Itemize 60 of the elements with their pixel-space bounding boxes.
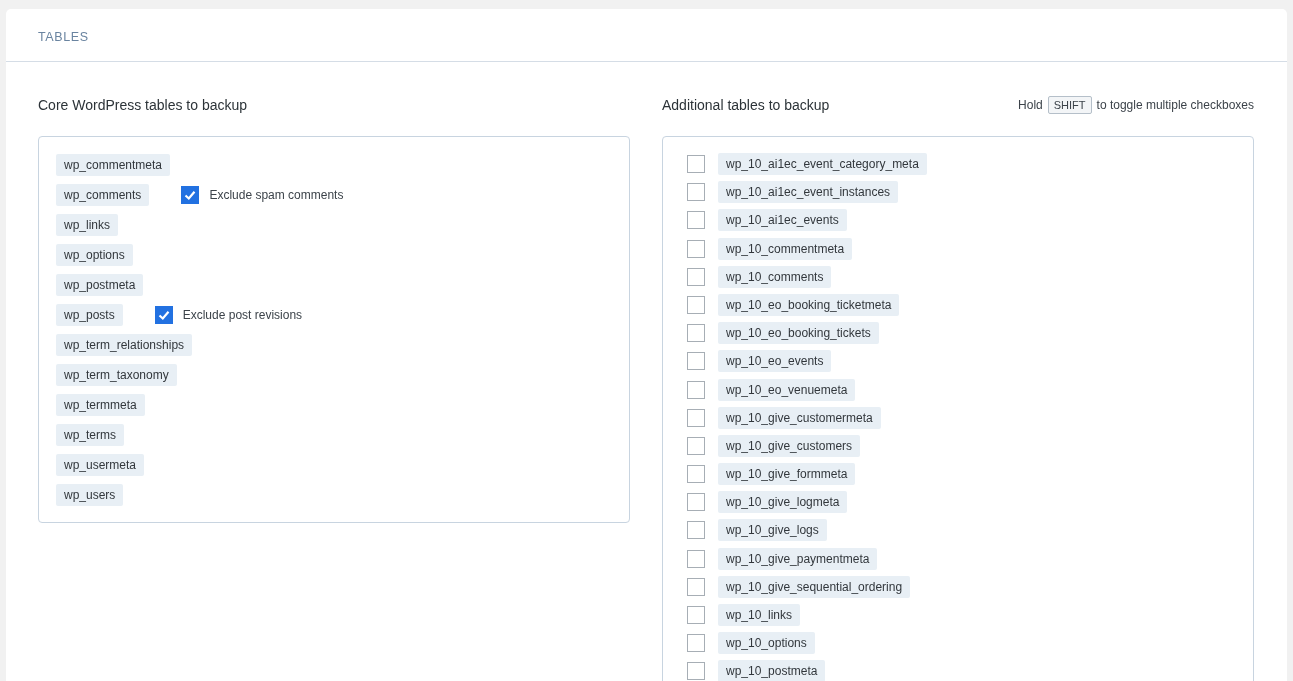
table-name: wp_10_give_sequential_ordering (718, 575, 911, 598)
column-heading: Core WordPress tables to backup (38, 97, 248, 113)
hint-text: to toggle multiple checkboxes (1096, 98, 1254, 112)
table-name: wp_term_relationships (56, 334, 193, 356)
table-name: wp_links (56, 214, 119, 236)
table-name: wp_commentmeta (56, 154, 171, 176)
checkbox[interactable] (687, 521, 705, 540)
table-name: wp_10_give_logmeta (718, 491, 848, 514)
table-name: wp_10_give_customermeta (718, 406, 881, 429)
table-name: wp_termmeta (56, 394, 145, 416)
table-name: wp_terms (56, 424, 124, 446)
checkbox[interactable] (687, 493, 705, 512)
section-title: TABLES (38, 30, 89, 44)
table-name: wp_10_eo_events (718, 350, 832, 373)
hint-text: Hold (1018, 98, 1043, 112)
checkbox[interactable] (687, 577, 705, 596)
checkbox[interactable] (687, 606, 705, 624)
table-name: wp_10_ai1ec_events (718, 209, 847, 232)
table-name: wp_options (56, 244, 133, 266)
table-name: wp_10_postmeta (718, 660, 826, 681)
table-name: wp_10_give_formmeta (718, 463, 856, 486)
checkbox[interactable] (687, 295, 705, 314)
checkbox[interactable] (687, 380, 705, 399)
table-name: wp_10_give_logs (718, 519, 827, 542)
table-name: wp_comments (56, 184, 150, 206)
checkbox[interactable] (154, 306, 173, 324)
table-name: wp_10_eo_venuemeta (718, 378, 856, 401)
checkbox[interactable] (687, 267, 705, 286)
table-name: wp_usermeta (56, 454, 145, 476)
table-name: wp_10_give_customers (718, 434, 861, 457)
checkbox[interactable] (687, 662, 705, 681)
checkbox[interactable] (687, 465, 705, 484)
table-name: wp_10_commentmeta (718, 237, 853, 260)
checkbox-label[interactable]: Exclude spam comments (209, 188, 344, 202)
checkbox-label[interactable]: Exclude post revisions (182, 308, 303, 322)
table-name: wp_postmeta (56, 274, 144, 296)
checkbox[interactable] (687, 183, 705, 202)
table-name: wp_10_comments (718, 265, 832, 288)
table-name: wp_10_eo_booking_ticketmeta (718, 293, 900, 316)
checkbox[interactable] (181, 186, 200, 204)
table-name: wp_users (56, 484, 124, 506)
checkbox[interactable] (687, 155, 705, 173)
checkbox[interactable] (687, 352, 705, 371)
table-name: wp_10_eo_booking_tickets (718, 322, 879, 345)
table-name: wp_10_ai1ec_event_category_meta (718, 153, 927, 175)
checkbox[interactable] (687, 436, 705, 455)
table-name: wp_10_links (718, 604, 801, 626)
checkbox[interactable] (687, 211, 705, 230)
table-name: wp_term_taxonomy (56, 364, 177, 386)
checkbox[interactable] (687, 324, 705, 343)
key-label: SHIFT (1047, 96, 1092, 114)
checkbox[interactable] (687, 634, 705, 653)
table-name: wp_posts (56, 304, 123, 326)
checkbox[interactable] (687, 239, 705, 258)
checkbox[interactable] (687, 549, 705, 568)
table-name: wp_10_ai1ec_event_instances (718, 181, 899, 204)
table-name: wp_10_give_paymentmeta (718, 547, 878, 570)
column-heading: Additional tables to backup (662, 97, 830, 113)
checkbox[interactable] (687, 408, 705, 427)
table-name: wp_10_options (718, 632, 815, 655)
